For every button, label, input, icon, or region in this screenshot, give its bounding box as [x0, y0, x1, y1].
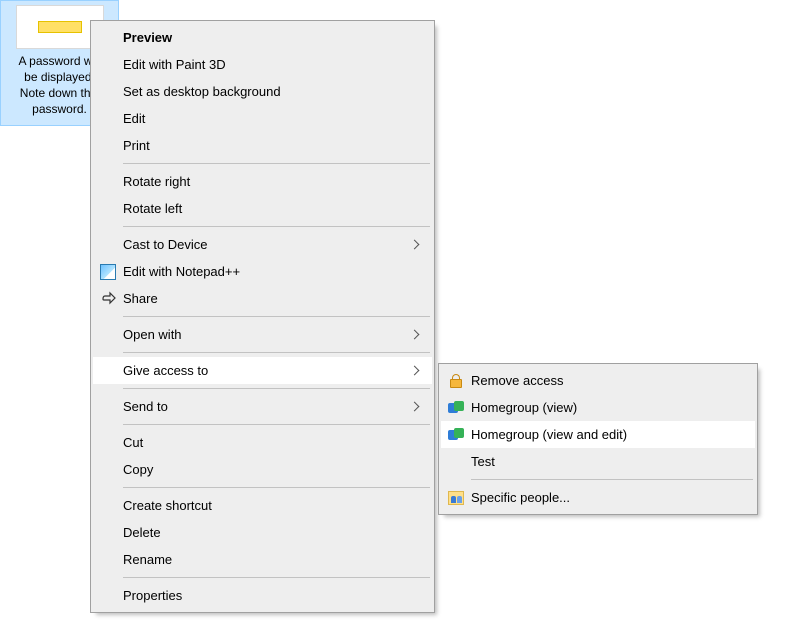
menu-item-label: Send to [123, 399, 406, 414]
context-menu-separator [93, 312, 432, 321]
menu-item-label: Print [123, 138, 406, 153]
chevron-right-icon [409, 402, 419, 412]
context-menu-item-cut[interactable]: Cut [93, 429, 432, 456]
context-menu-item-rotate-left[interactable]: Rotate left [93, 195, 432, 222]
menu-item-label: Homegroup (view) [471, 400, 729, 415]
menu-item-arrow-slot [406, 403, 422, 410]
menu-item-icon-slot [441, 491, 471, 505]
submenu-separator [441, 475, 755, 484]
menu-item-label: Edit with Paint 3D [123, 57, 406, 72]
context-menu-item-rotate-right[interactable]: Rotate right [93, 168, 432, 195]
context-menu-item-edit[interactable]: Edit [93, 105, 432, 132]
menu-item-label: Delete [123, 525, 406, 540]
context-menu-item-copy[interactable]: Copy [93, 456, 432, 483]
chevron-right-icon [409, 330, 419, 340]
context-menu-item-cast-to-device[interactable]: Cast to Device [93, 231, 432, 258]
menu-item-label: Properties [123, 588, 406, 603]
context-menu-item-send-to[interactable]: Send to [93, 393, 432, 420]
submenu-give-access-to: Remove access Homegroup (view) Homegroup (… [438, 363, 758, 515]
context-menu-separator [93, 159, 432, 168]
menu-item-label: Open with [123, 327, 406, 342]
context-menu-separator [93, 573, 432, 582]
context-menu-separator [93, 348, 432, 357]
menu-item-icon-slot [441, 401, 471, 415]
context-menu-item-edit-with-paint-3d[interactable]: Edit with Paint 3D [93, 51, 432, 78]
lock-icon [450, 374, 462, 388]
context-menu: Preview Edit with Paint 3D Set as desktop … [90, 20, 435, 613]
menu-item-label: Rotate right [123, 174, 406, 189]
menu-item-label: Share [123, 291, 406, 306]
submenu-item-remove-access[interactable]: Remove access [441, 367, 755, 394]
people-folder-icon [448, 491, 464, 505]
context-menu-item-share[interactable]: Share [93, 285, 432, 312]
context-menu-item-preview[interactable]: Preview [93, 24, 432, 51]
menu-item-icon-slot [93, 264, 123, 280]
menu-item-arrow-slot [406, 331, 422, 338]
menu-item-label: Remove access [471, 373, 729, 388]
submenu-item-homegroup-view[interactable]: Homegroup (view) [441, 394, 755, 421]
menu-item-label: Preview [123, 30, 406, 45]
context-menu-item-properties[interactable]: Properties [93, 582, 432, 609]
submenu-item-specific-people[interactable]: Specific people... [441, 484, 755, 511]
share-icon [100, 291, 116, 307]
chevron-right-icon [409, 366, 419, 376]
menu-item-label: Edit [123, 111, 406, 126]
menu-item-arrow-slot [406, 241, 422, 248]
menu-item-label: Cast to Device [123, 237, 406, 252]
context-menu-item-print[interactable]: Print [93, 132, 432, 159]
context-menu-separator [93, 483, 432, 492]
menu-item-label: Create shortcut [123, 498, 406, 513]
menu-item-label: Test [471, 454, 729, 469]
menu-item-label: Give access to [123, 363, 406, 378]
menu-item-label: Set as desktop background [123, 84, 406, 99]
context-menu-item-delete[interactable]: Delete [93, 519, 432, 546]
menu-item-label: Copy [123, 462, 406, 477]
context-menu-separator [93, 384, 432, 393]
context-menu-item-open-with[interactable]: Open with [93, 321, 432, 348]
menu-item-icon-slot [93, 291, 123, 307]
context-menu-separator [93, 420, 432, 429]
menu-item-label: Rename [123, 552, 406, 567]
context-menu-separator [93, 222, 432, 231]
context-menu-item-rename[interactable]: Rename [93, 546, 432, 573]
menu-item-label: Rotate left [123, 201, 406, 216]
menu-item-label: Specific people... [471, 490, 729, 505]
context-menu-item-create-shortcut[interactable]: Create shortcut [93, 492, 432, 519]
homegroup-icon [448, 428, 464, 442]
chevron-right-icon [409, 240, 419, 250]
menu-item-icon-slot [441, 428, 471, 442]
menu-item-label: Edit with Notepad++ [123, 264, 406, 279]
menu-item-label: Cut [123, 435, 406, 450]
context-menu-item-set-as-desktop-background[interactable]: Set as desktop background [93, 78, 432, 105]
context-menu-item-give-access-to[interactable]: Give access to [93, 357, 432, 384]
menu-item-icon-slot [441, 374, 471, 388]
submenu-item-homegroup-view-and-edit[interactable]: Homegroup (view and edit) [441, 421, 755, 448]
file-thumbnail-content [38, 21, 82, 33]
image-file-icon [100, 264, 116, 280]
homegroup-icon [448, 401, 464, 415]
context-menu-item-edit-with-notepad[interactable]: Edit with Notepad++ [93, 258, 432, 285]
submenu-item-test[interactable]: Test [441, 448, 755, 475]
menu-item-arrow-slot [406, 367, 422, 374]
menu-item-label: Homegroup (view and edit) [471, 427, 729, 442]
